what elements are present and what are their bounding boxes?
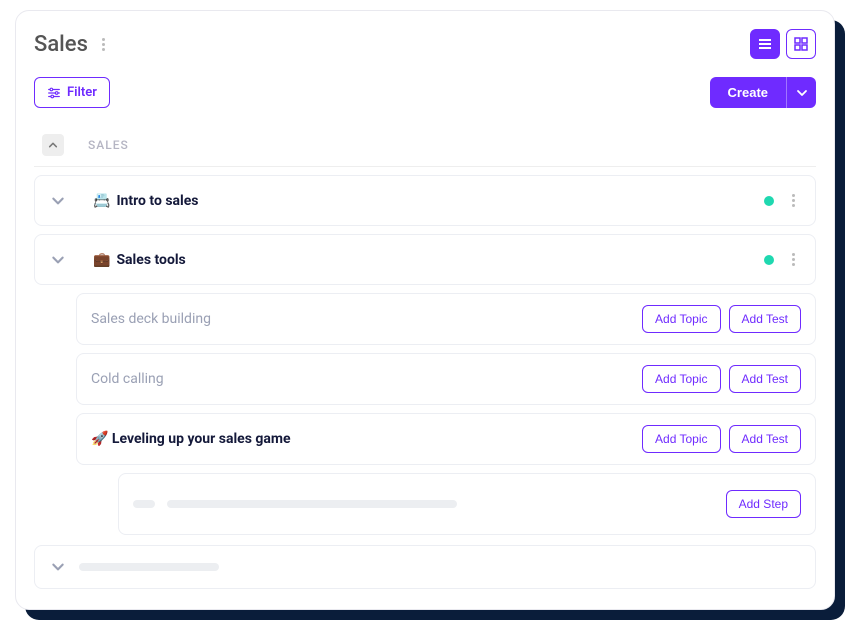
grid-icon [793,36,809,52]
skeleton-text [167,500,457,508]
add-topic-button[interactable]: Add Topic [642,305,720,333]
filter-icon [47,86,61,100]
course-title: 💼 Sales tools [93,252,764,268]
filter-button[interactable]: Filter [34,77,110,108]
create-button[interactable]: Create [710,77,786,108]
chevron-down-icon [51,560,65,574]
topic-row[interactable]: 🚀 Leveling up your sales game Add Topic … [76,413,816,465]
add-test-button[interactable]: Add Test [729,425,801,453]
chevron-down-icon [51,253,65,267]
grid-view-button[interactable] [786,29,816,59]
topic-emoji: 🚀 [91,431,108,447]
add-step-button[interactable]: Add Step [726,490,801,518]
status-dot [764,196,774,206]
section-title: SALES [88,138,129,152]
add-topic-button[interactable]: Add Topic [642,425,720,453]
course-emoji: 📇 [93,193,110,209]
course-emoji: 💼 [93,252,110,268]
topic-row[interactable]: Cold calling Add Topic Add Test [76,353,816,405]
add-test-button[interactable]: Add Test [729,365,801,393]
add-topic-button[interactable]: Add Topic [642,365,720,393]
topic-row[interactable]: Sales deck building Add Topic Add Test [76,293,816,345]
section-collapse-button[interactable] [42,134,64,156]
step-row: Add Step [118,473,816,535]
course-row[interactable]: 💼 Sales tools [34,234,816,285]
chevron-down-icon [796,87,808,99]
status-dot [764,255,774,265]
view-switch [750,29,816,59]
topic-title: 🚀 Leveling up your sales game [91,431,634,447]
chevron-down-icon [51,194,65,208]
list-icon [757,36,773,52]
main-card: Sales Filter Create [15,10,835,610]
collapsed-course-row[interactable] [34,545,816,589]
chevron-up-icon [48,140,58,150]
skeleton-icon [133,500,155,508]
topic-title: Cold calling [91,371,634,387]
create-dropdown-button[interactable] [786,77,816,108]
topic-title: Sales deck building [91,311,634,327]
course-menu-icon[interactable] [788,190,799,211]
page-title: Sales [34,32,88,57]
course-row[interactable]: 📇 Intro to sales [34,175,816,226]
list-view-button[interactable] [750,29,780,59]
page-menu-icon[interactable] [98,34,109,55]
course-title: 📇 Intro to sales [93,193,764,209]
skeleton-text [79,563,219,571]
add-test-button[interactable]: Add Test [729,305,801,333]
course-menu-icon[interactable] [788,249,799,270]
filter-label: Filter [67,85,97,100]
